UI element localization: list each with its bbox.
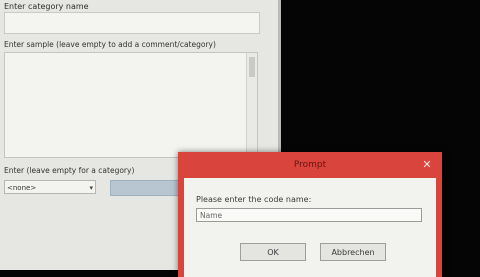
- prompt-dialog: Prompt ✕ Please enter the code name: Nam…: [178, 152, 442, 277]
- category-select[interactable]: <none> ▾: [4, 180, 96, 194]
- textarea-scrollbar[interactable]: [246, 53, 257, 157]
- category-name-label: Enter category name: [4, 2, 89, 11]
- dialog-title: Prompt: [293, 160, 327, 170]
- cancel-button[interactable]: Abbrechen: [320, 243, 386, 261]
- chevron-down-icon[interactable]: ▾: [89, 181, 93, 195]
- secondary-input[interactable]: [110, 180, 188, 196]
- dialog-titlebar[interactable]: Prompt ✕: [178, 152, 442, 178]
- scrollbar-thumb[interactable]: [249, 57, 255, 77]
- dialog-body: Please enter the code name: Name OK Abbr…: [184, 178, 436, 277]
- code-name-input[interactable]: Name: [196, 208, 422, 222]
- category-label: Enter (leave empty for a category): [4, 166, 135, 175]
- close-icon[interactable]: ✕: [420, 158, 434, 172]
- comment-label: Enter sample (leave empty to add a comme…: [4, 40, 216, 49]
- category-select-value: <none>: [7, 184, 37, 192]
- dialog-prompt-text: Please enter the code name:: [196, 195, 312, 204]
- ok-button[interactable]: OK: [240, 243, 306, 261]
- comment-textarea[interactable]: [4, 52, 258, 158]
- category-name-input[interactable]: [4, 12, 260, 34]
